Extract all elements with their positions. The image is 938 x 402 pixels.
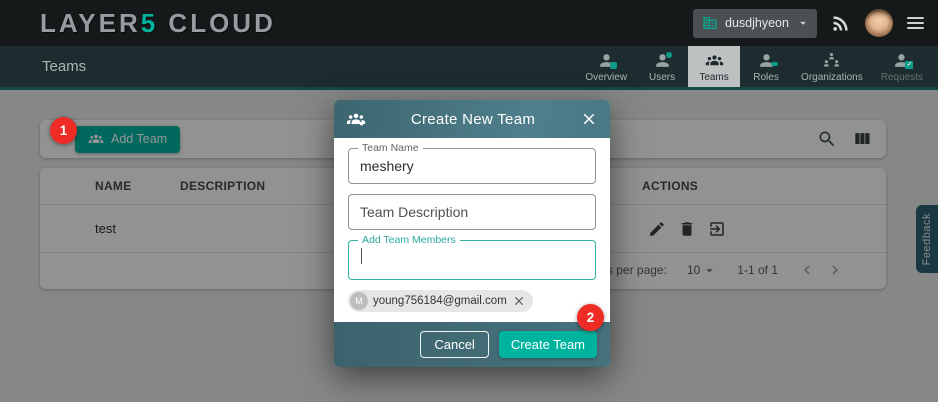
close-icon[interactable] <box>580 110 598 128</box>
tab-organizations[interactable]: Organizations <box>792 46 872 87</box>
step-1-badge: 1 <box>50 117 77 144</box>
organization-name: dusdjhyeon <box>725 16 789 30</box>
logo-accent: 5 <box>141 8 158 38</box>
modal-title: Create New Team <box>366 111 580 128</box>
menu-icon[interactable] <box>907 17 924 29</box>
tab-label: Teams <box>699 72 728 83</box>
add-members-input[interactable] <box>349 241 595 279</box>
person-badge-icon <box>597 51 616 70</box>
tab-label: Organizations <box>801 72 863 83</box>
logo-part1: LAYER <box>40 8 141 38</box>
tab-roles[interactable]: Roles <box>740 46 792 87</box>
layer5-cloud-logo: LAYER5 CLOUD <box>0 8 276 39</box>
section-tabs: Overview Users Teams Role <box>576 46 932 87</box>
person-key-icon <box>757 51 776 70</box>
add-members-field-wrapper: Add Team Members <box>348 240 596 280</box>
building-icon <box>702 15 718 31</box>
tab-label: Users <box>649 72 675 83</box>
groups-icon <box>346 109 366 129</box>
person-dot-icon <box>653 51 672 70</box>
member-email: young756184@gmail.com <box>373 295 507 307</box>
modal-body: Team Name Add Team Members M young756184… <box>334 138 610 322</box>
page-nav-bar: Teams Overview Users Teams <box>0 46 938 90</box>
page-title: Teams <box>0 58 86 75</box>
add-members-label: Add Team Members <box>358 234 460 246</box>
tab-label: Roles <box>753 72 779 83</box>
org-hierarchy-icon <box>822 51 841 70</box>
member-chips: M young756184@gmail.com <box>348 290 596 322</box>
app-screen: LAYER5 CLOUD dusdjhyeon Teams <box>0 0 938 402</box>
tab-label: Requests <box>881 72 923 83</box>
tab-requests[interactable]: ✓ Requests <box>872 46 932 87</box>
step-2-badge: 2 <box>577 304 604 331</box>
member-chip: M young756184@gmail.com <box>348 290 533 312</box>
tab-teams[interactable]: Teams <box>688 46 740 87</box>
broadcast-rss-icon[interactable] <box>831 13 851 33</box>
person-check-icon: ✓ <box>892 51 911 70</box>
modal-header: Create New Team <box>334 100 610 138</box>
user-avatar[interactable] <box>865 9 893 37</box>
header-controls: dusdjhyeon <box>693 0 924 46</box>
chevron-down-icon <box>796 16 810 30</box>
team-name-field-wrapper: Team Name <box>348 148 596 184</box>
tab-label: Overview <box>585 72 627 83</box>
tab-overview[interactable]: Overview <box>576 46 636 87</box>
text-cursor <box>361 248 362 264</box>
team-name-input[interactable] <box>349 149 595 183</box>
logo-part2: CLOUD <box>158 8 276 38</box>
top-header: LAYER5 CLOUD dusdjhyeon <box>0 0 938 46</box>
team-description-input[interactable] <box>349 195 595 229</box>
team-description-field-wrapper <box>348 194 596 230</box>
remove-member-icon[interactable] <box>512 294 526 308</box>
team-name-label: Team Name <box>358 142 423 154</box>
modal-footer: Cancel Create Team <box>334 322 610 367</box>
create-team-modal: Create New Team Team Name Add Team Membe… <box>334 100 610 367</box>
groups-icon <box>705 51 724 70</box>
organization-selector[interactable]: dusdjhyeon <box>693 9 817 38</box>
tab-users[interactable]: Users <box>636 46 688 87</box>
create-team-button[interactable]: Create Team <box>499 331 597 358</box>
member-avatar: M <box>350 292 368 310</box>
cancel-button[interactable]: Cancel <box>420 331 488 358</box>
